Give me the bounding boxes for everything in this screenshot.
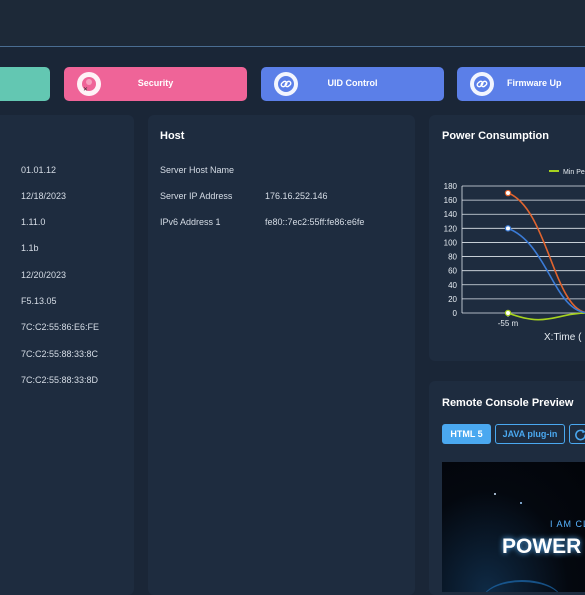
- host-label: IPv6 Address 1: [160, 217, 221, 227]
- star: [494, 493, 496, 495]
- info-value: 01.01.12: [21, 165, 56, 175]
- star: [520, 502, 522, 504]
- uid-control-button[interactable]: UID Control: [261, 67, 444, 101]
- y-tick-label: 80: [448, 253, 457, 262]
- x-axis-label: X:Time (: [544, 332, 582, 343]
- tab-html5-label: HTML 5: [450, 429, 482, 439]
- console-title: Remote Console Preview: [442, 397, 573, 409]
- host-value: fe80::7ec2:55ff:fe86:e6fe: [265, 217, 364, 227]
- power-consumption-panel: Power Consumption 0204060801001201401601…: [429, 115, 585, 361]
- power-chart: 0 20 40 60 80 100 120 140 160 180 -55 m X:Time ( Min…: [429, 115, 585, 361]
- host-value: 176.16.252.146: [265, 191, 328, 201]
- glow-arc: [482, 580, 562, 592]
- y-tick-label: 160: [444, 196, 458, 205]
- tab-java-plugin[interactable]: JAVA plug-in: [495, 424, 565, 444]
- data-point: [505, 226, 510, 231]
- top-bar: [0, 0, 585, 47]
- data-point: [505, 310, 510, 315]
- y-tick-label: 100: [444, 238, 458, 247]
- console-text-line-2: POWER: [502, 535, 581, 559]
- y-tick-label: 140: [444, 210, 458, 219]
- host-label: Server Host Name: [160, 165, 234, 175]
- refresh-icon: [574, 428, 585, 441]
- info-value: F5.13.05: [21, 296, 57, 306]
- info-value: 12/20/2023: [21, 270, 66, 280]
- host-title: Host: [160, 130, 184, 142]
- series-line: [508, 313, 585, 320]
- host-label: Server IP Address: [160, 191, 232, 201]
- console-text-line-1: I AM CL: [550, 519, 585, 529]
- system-info-panel: 01.01.12 12/18/2023 1.11.0 1.1b 12/20/20…: [0, 115, 134, 595]
- y-tick-label: 120: [444, 224, 458, 233]
- legend-label: Min Pe: [563, 169, 585, 176]
- tab-html5[interactable]: HTML 5: [442, 424, 491, 444]
- info-value: 1.1b: [21, 243, 39, 253]
- x-tick-label: -55 m: [498, 319, 519, 328]
- data-point: [505, 190, 510, 195]
- y-tick-label: 180: [444, 182, 458, 191]
- y-tick-label: 40: [448, 281, 457, 290]
- quick-action-button-1[interactable]: [0, 67, 50, 101]
- series-line: [508, 193, 585, 313]
- link-icon: [470, 72, 494, 96]
- tab-java-plugin-label: JAVA plug-in: [503, 429, 558, 439]
- y-tick-label: 20: [448, 295, 457, 304]
- firmware-update-label: Firmware Up: [507, 78, 585, 88]
- info-value: 7C:C2:55:88:33:8C: [21, 349, 98, 359]
- console-screen[interactable]: I AM CL POWER: [442, 462, 585, 592]
- info-value: 7C:C2:55:88:33:8D: [21, 375, 98, 385]
- top-bar-divider: [0, 46, 585, 47]
- refresh-button[interactable]: [569, 424, 585, 444]
- security-label: Security: [64, 78, 247, 88]
- firmware-update-button[interactable]: Firmware Up: [457, 67, 585, 101]
- host-panel: Host Server Host Name Server IP Address …: [148, 115, 415, 595]
- info-value: 7C:C2:55:86:E6:FE: [21, 322, 99, 332]
- y-tick-label: 60: [448, 267, 457, 276]
- y-tick-label: 0: [453, 309, 458, 318]
- info-value: 1.11.0: [21, 217, 45, 227]
- uid-control-label: UID Control: [261, 78, 444, 88]
- security-button[interactable]: ✕ Security: [64, 67, 247, 101]
- info-value: 12/18/2023: [21, 191, 66, 201]
